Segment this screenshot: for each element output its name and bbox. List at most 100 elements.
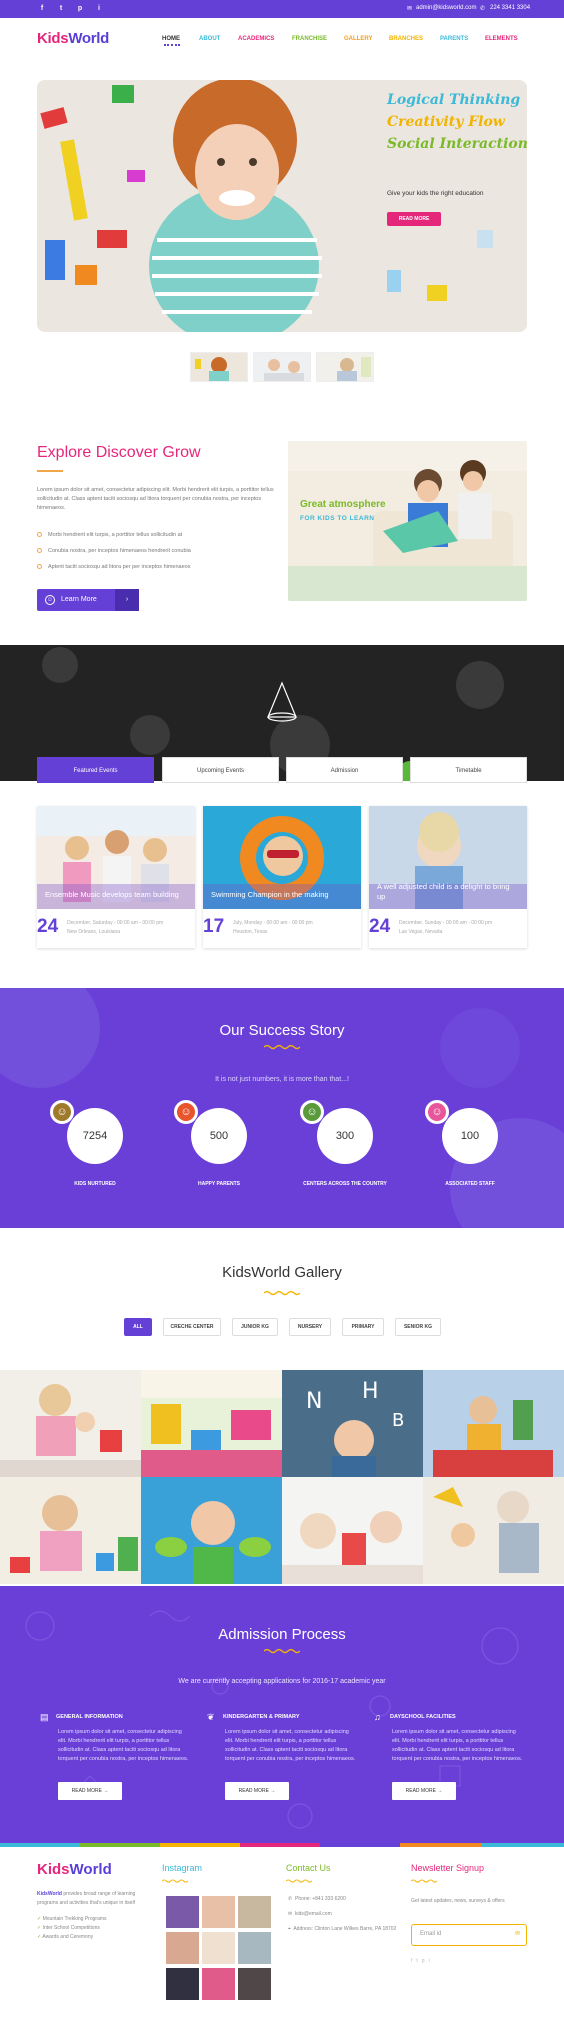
check-icon: ✓ <box>37 1916 42 1922</box>
instagram-photo-4[interactable] <box>166 1932 199 1964</box>
check-icon: ✓ <box>37 1925 42 1931</box>
filter-nursery[interactable]: NURSERY <box>289 1318 331 1336</box>
instagram-photo-5[interactable] <box>202 1932 235 1964</box>
instagram-photo-2[interactable] <box>202 1896 235 1928</box>
gallery-image-3[interactable]: N HB <box>282 1370 423 1477</box>
topbar-email[interactable]: admin@kidsworld.com <box>416 5 476 11</box>
document-icon: ▤ <box>40 1712 49 1722</box>
send-icon[interactable]: ✉ <box>515 1925 520 1944</box>
instagram-photo-9[interactable] <box>238 1968 271 2000</box>
event-date-3: December, Sunday - 00:00 am - 00:00 pm La… <box>399 920 493 935</box>
learn-more-label: Learn More <box>61 596 97 603</box>
instagram-photo-7[interactable] <box>166 1968 199 2000</box>
gallery-image-7[interactable] <box>282 1477 423 1584</box>
nav-franchise[interactable]: FRANCHISE <box>292 36 327 42</box>
instagram-squiggle <box>162 1879 188 1883</box>
admission-col-3-text: Lorem ipsum dolor sit amet, consectetur … <box>392 1729 523 1762</box>
twitter-icon[interactable]: t <box>56 4 66 14</box>
filter-junior-kg[interactable]: JUNIOR KG <box>232 1318 278 1336</box>
nav-home[interactable]: HOME <box>162 36 180 42</box>
hero-read-more-button[interactable]: READ MORE <box>387 212 441 226</box>
filter-all[interactable]: ALL <box>124 1318 152 1336</box>
nav-parents[interactable]: PARENTS <box>440 36 468 42</box>
smile-icon: ☺ <box>174 1100 198 1124</box>
nav-academics[interactable]: ACADEMICS <box>238 36 274 42</box>
event-caption-1: Ensemble Music develops team building <box>45 890 179 899</box>
instagram-photo-3[interactable] <box>238 1896 271 1928</box>
nav-elements[interactable]: ELEMENTS <box>485 36 518 42</box>
footer-social-icons[interactable]: ftpi <box>411 1957 434 1966</box>
smile-icon: ☺ <box>300 1100 324 1124</box>
admission-section: Admission Process We are currently accep… <box>0 1586 564 1843</box>
explore-underline <box>37 470 63 472</box>
admission-subtitle: We are currently accepting applications … <box>178 1678 386 1685</box>
explore-title: Explore Discover Grow <box>37 444 201 461</box>
logo-part1: Kids <box>37 30 69 47</box>
hero-slider: Logical Thinking Creativity Flow Social … <box>37 80 527 332</box>
filter-creche-center[interactable]: CRECHE CENTER <box>163 1318 221 1336</box>
slider-thumb-1[interactable] <box>190 352 248 382</box>
filter-senior-kg[interactable]: SENIOR KG <box>395 1318 441 1336</box>
svg-text:B: B <box>392 1410 404 1431</box>
gallery-image-8[interactable] <box>423 1477 564 1584</box>
admission-read-more-1[interactable]: READ MORE → <box>58 1782 122 1800</box>
contact-address: ⌖ Address: Clinton Lane Wilkes Barre, PA… <box>288 1926 397 1932</box>
instagram-icon[interactable]: i <box>94 4 104 14</box>
hero-line-1: Logical Thinking <box>387 92 521 108</box>
success-story-section: Our Success Story It is not just numbers… <box>0 988 564 1228</box>
nav-branches[interactable]: BRANCHES <box>389 36 423 42</box>
instagram-photo-6[interactable] <box>238 1932 271 1964</box>
slider-thumb-2[interactable] <box>253 352 311 382</box>
phone-icon: ✆ <box>480 6 486 12</box>
phone-icon: ✆ <box>288 1896 293 1902</box>
event-card-2[interactable]: Swimming Champion in the making 17 July,… <box>203 806 361 948</box>
admission-read-more-3[interactable]: READ MORE → <box>392 1782 456 1800</box>
gallery-image-4[interactable] <box>423 1370 564 1477</box>
image-caption-line1: Great atmosphere <box>300 499 386 510</box>
hero-tagline: Give your kids the right education <box>387 190 484 197</box>
facebook-icon[interactable]: f <box>37 4 47 14</box>
page: { "topbar": { "social": ["f","t","p","i"… <box>0 0 564 2033</box>
event-card-1[interactable]: Ensemble Music develops team building 24… <box>37 806 195 948</box>
admission-col-1-title: GENERAL INFORMATION <box>56 1714 123 1720</box>
location-icon: ⌖ <box>288 1926 291 1932</box>
gallery-image-2[interactable] <box>141 1370 282 1477</box>
logo[interactable]: KidsWorld <box>37 30 109 47</box>
tab-featured-events[interactable]: Featured Events <box>37 757 154 783</box>
tab-admission[interactable]: Admission <box>286 757 403 783</box>
stat-centers-value: 300 <box>317 1108 373 1164</box>
newsletter-squiggle <box>411 1879 437 1883</box>
pinterest-icon[interactable]: p <box>75 4 85 14</box>
slider-thumb-3[interactable] <box>316 352 374 382</box>
pinterest-icon: p <box>421 1958 429 1964</box>
nav-gallery[interactable]: GALLERY <box>344 36 372 42</box>
hero-line-3: Social Interactions <box>387 136 527 152</box>
admission-read-more-2[interactable]: READ MORE → <box>225 1782 289 1800</box>
instagram-photo-8[interactable] <box>202 1968 235 2000</box>
explore-bullet-3: Aptent taciti sociosqu ad litora per per… <box>37 564 190 570</box>
gallery-image-6[interactable] <box>141 1477 282 1584</box>
tab-timetable[interactable]: Timetable <box>410 757 527 783</box>
explore-image: Great atmosphere FOR KIDS TO LEARN <box>288 441 527 601</box>
nav-active-indicator <box>164 44 180 46</box>
tab-upcoming-events[interactable]: Upcoming Events <box>162 757 279 783</box>
newsletter-email-input[interactable]: Email id ✉ <box>411 1924 527 1946</box>
success-squiggle <box>264 1044 300 1050</box>
event-day-1: 24 <box>37 916 59 937</box>
svg-text:H: H <box>362 1379 379 1404</box>
contact-email[interactable]: ✉ kids@email.com <box>288 1910 332 1919</box>
success-title: Our Success Story <box>219 1022 345 1039</box>
footer-logo[interactable]: KidsWorld <box>37 1861 112 1878</box>
filter-primary[interactable]: PRIMARY <box>342 1318 384 1336</box>
admission-col-1-text: Lorem ipsum dolor sit amet, consectetur … <box>58 1729 189 1762</box>
topbar: f t p i ✉ admin@kidsworld.com ✆ 224 3341… <box>0 0 564 18</box>
learn-more-button[interactable]: ☺ Learn More › <box>37 589 139 611</box>
footer-about: KidsWorld provides broad range of learni… <box>37 1891 136 1906</box>
mail-icon: ✉ <box>407 6 413 12</box>
instagram-photo-1[interactable] <box>166 1896 199 1928</box>
event-card-3[interactable]: A well adjusted child is a delight to br… <box>369 806 527 948</box>
gallery-image-5[interactable] <box>0 1477 141 1584</box>
nav-about[interactable]: ABOUT <box>199 36 220 42</box>
success-subtitle: It is not just numbers, it is more than … <box>215 1076 349 1083</box>
gallery-image-1[interactable] <box>0 1370 141 1477</box>
